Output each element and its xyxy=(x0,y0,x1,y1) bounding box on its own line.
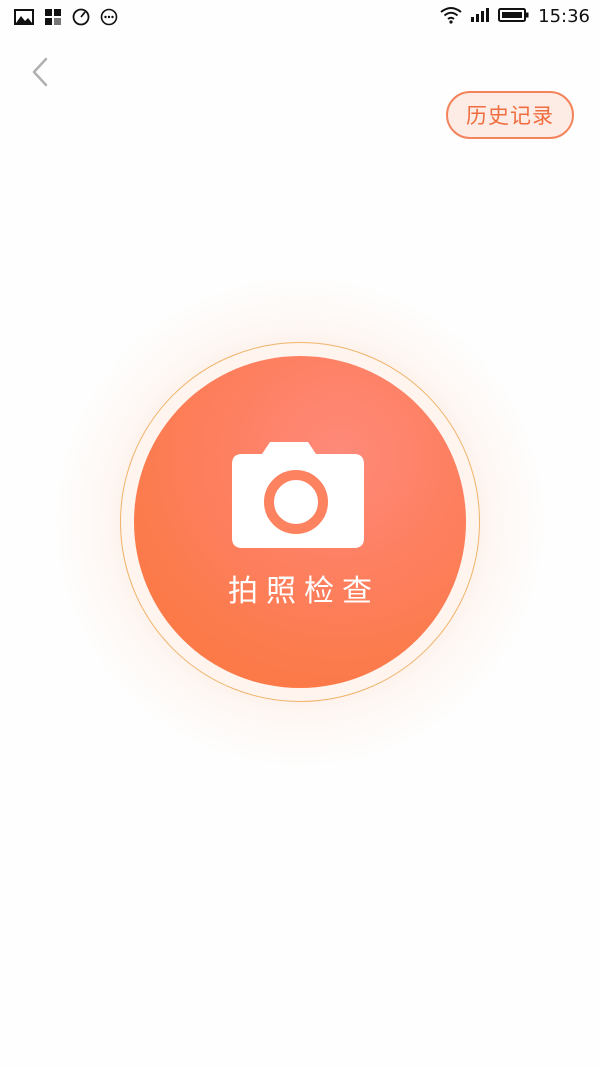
back-button[interactable] xyxy=(22,54,58,94)
status-bar: 15:36 xyxy=(0,0,600,36)
chevron-left-icon xyxy=(31,57,49,91)
clock-icon xyxy=(72,8,90,30)
status-right-icons: 15:36 xyxy=(440,6,590,28)
take-photo-button[interactable]: 拍照检查 xyxy=(134,356,466,688)
gallery-icon xyxy=(14,9,34,29)
camera-label: 拍照检查 xyxy=(228,574,380,609)
history-button[interactable]: 历史记录 xyxy=(446,91,574,139)
signal-icon xyxy=(470,7,490,27)
status-time: 15:36 xyxy=(538,6,590,27)
more-icon xyxy=(100,8,118,30)
app-grid-icon xyxy=(44,8,62,30)
wifi-icon xyxy=(440,6,462,28)
status-left-icons xyxy=(14,8,118,30)
camera-area: 拍照检查 xyxy=(0,0,600,1067)
camera-icon xyxy=(230,440,370,556)
screen: 15:36 历史记录 拍照检查 xyxy=(0,0,600,1067)
battery-icon xyxy=(498,7,530,27)
